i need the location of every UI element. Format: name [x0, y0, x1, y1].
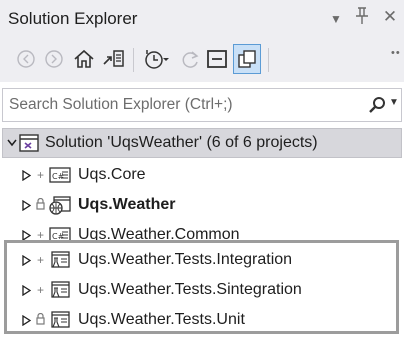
solution-explorer-panel: Solution Explorer ▼ ✕ •• Search Solution… — [0, 0, 404, 337]
show-all-files-icon[interactable] — [233, 44, 261, 74]
home-icon[interactable] — [70, 44, 98, 74]
close-icon[interactable]: ✕ — [381, 7, 399, 27]
collapse-all-icon[interactable] — [203, 44, 231, 74]
toolbar: •• — [0, 38, 404, 82]
web-project-icon — [49, 195, 71, 220]
tree-row-solution[interactable]: Solution 'UqsWeather' (6 of 6 projects) — [2, 128, 402, 158]
window-position-dropdown-icon[interactable]: ▼ — [328, 9, 344, 29]
toolbar-overflow-icon[interactable]: •• — [391, 47, 401, 59]
svg-text:C#: C# — [52, 172, 65, 181]
back-icon[interactable] — [12, 44, 40, 74]
refresh-icon[interactable] — [176, 44, 204, 74]
collapsed-chevron-icon[interactable] — [22, 169, 32, 184]
project-label: Uqs.Core — [78, 166, 146, 183]
search-box[interactable]: ▼ — [2, 88, 402, 122]
title-bar: Solution Explorer ▼ ✕ — [0, 0, 404, 38]
csharp-library-icon: C# — [49, 167, 71, 188]
toolbar-separator — [133, 48, 134, 72]
tree-row-project[interactable]: + C# Uqs.Core — [0, 160, 404, 192]
pin-icon[interactable] — [354, 7, 370, 31]
panel-title: Solution Explorer — [8, 9, 138, 28]
toolbar-separator — [268, 48, 269, 72]
search-icon[interactable] — [367, 95, 387, 120]
solution-icon — [19, 134, 39, 157]
lock-icon — [36, 197, 45, 213]
forward-icon[interactable] — [40, 44, 68, 74]
project-label: Uqs.Weather — [78, 196, 176, 213]
search-input[interactable] — [3, 89, 359, 121]
test-projects-highlight-frame — [4, 240, 399, 334]
pending-add-icon: + — [37, 168, 45, 182]
switch-views-icon[interactable] — [100, 44, 128, 74]
tree-row-project[interactable]: Uqs.Weather — [0, 190, 404, 222]
search-options-chevron-down-icon[interactable]: ▼ — [389, 97, 399, 108]
collapsed-chevron-icon[interactable] — [22, 199, 32, 214]
solution-label: Solution 'UqsWeather' (6 of 6 projects) — [45, 134, 318, 151]
pending-changes-icon[interactable] — [142, 44, 170, 74]
expanded-chevron-icon[interactable] — [7, 137, 17, 150]
